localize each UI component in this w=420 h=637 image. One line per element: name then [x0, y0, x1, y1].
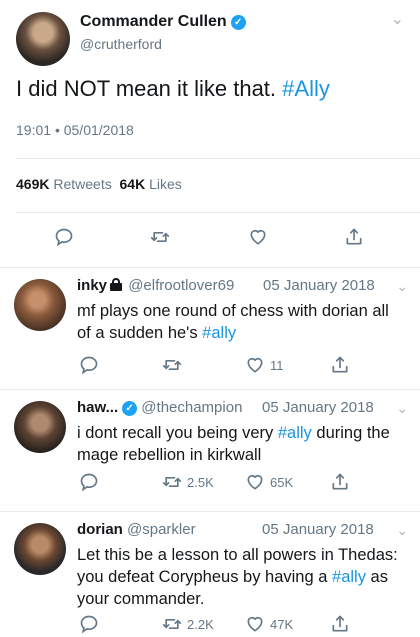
hashtag-link[interactable]: #ally	[202, 324, 236, 342]
tweet-text: I did NOT mean it like that. #Ally	[16, 76, 330, 102]
reply-icon	[80, 473, 98, 492]
avatar[interactable]	[14, 279, 66, 331]
likes-label[interactable]: Likes	[149, 176, 182, 192]
tweet-date: 05/01/2018	[63, 122, 134, 138]
retweets-label[interactable]: Retweets	[53, 176, 111, 192]
reply-button[interactable]	[79, 612, 99, 636]
reply-actions: 2.5K 65K	[77, 470, 420, 494]
share-icon	[332, 356, 348, 373]
share-button[interactable]	[330, 470, 350, 494]
reply-actions: 11	[77, 353, 420, 377]
retweet-button[interactable]	[150, 225, 170, 249]
reply-header: inky @elfrootlover69	[77, 277, 234, 294]
verified-badge-icon: ✓	[230, 15, 246, 30]
retweet-button[interactable]: 2.5K	[162, 470, 214, 494]
reply-actions: 2.2K 47K	[77, 612, 420, 636]
retweet-button[interactable]: 2.2K	[162, 612, 214, 636]
share-icon	[332, 473, 348, 490]
reply-button[interactable]	[79, 470, 99, 494]
author-name[interactable]: inky	[77, 277, 107, 294]
divider	[16, 212, 420, 213]
share-icon	[332, 615, 348, 632]
author-handle[interactable]: @crutherford	[80, 36, 162, 52]
lock-icon	[110, 278, 123, 291]
hashtag-link[interactable]: #ally	[278, 424, 312, 442]
reply-header: haw... ✓ @thechampion	[77, 399, 242, 416]
retweet-button[interactable]	[162, 353, 187, 377]
likes-count[interactable]: 64K	[120, 176, 146, 192]
reply-header: dorian @sparkler	[77, 521, 196, 538]
hashtag-link[interactable]: #ally	[332, 568, 366, 586]
author-handle[interactable]: @thechampion	[141, 399, 242, 416]
reply-text: i dont recall you being very #ally durin…	[77, 422, 407, 466]
like-button[interactable]	[248, 225, 268, 249]
tweet-stats: 469K Retweets 64K Likes	[16, 176, 182, 192]
tweet-time: 19:01	[16, 122, 52, 138]
retweet-icon	[162, 619, 182, 629]
reply-text: Let this be a lesson to all powers in Th…	[77, 544, 407, 610]
reply-date[interactable]: 05 January 2018	[263, 277, 375, 294]
share-button[interactable]	[344, 225, 364, 249]
author-name-text[interactable]: Commander Cullen	[80, 13, 227, 30]
reply-text: mf plays one round of chess with dorian …	[77, 300, 407, 344]
heart-icon	[247, 357, 263, 373]
tweet-actions	[16, 225, 420, 253]
reply-icon	[80, 615, 98, 634]
like-button[interactable]: 11	[245, 353, 284, 377]
verified-badge-icon: ✓	[122, 401, 138, 416]
reply-text-body: i dont recall you being very	[77, 424, 278, 442]
reply-icon	[80, 356, 98, 375]
reply-button[interactable]	[54, 225, 74, 249]
avatar[interactable]	[14, 401, 66, 453]
avatar[interactable]	[16, 12, 70, 66]
retweets-count[interactable]: 469K	[16, 176, 49, 192]
chevron-down-icon[interactable]: ⌄	[396, 400, 408, 417]
heart-icon	[247, 474, 263, 490]
reply-date[interactable]: 05 January 2018	[262, 521, 374, 538]
like-button[interactable]: 65K	[245, 470, 293, 494]
tweet-text-body: I did NOT mean it like that.	[16, 76, 283, 101]
like-count: 65K	[270, 474, 294, 490]
reply-button[interactable]	[79, 353, 99, 377]
chevron-down-icon[interactable]: ⌄	[396, 278, 408, 295]
retweet-icon	[162, 477, 182, 487]
reply-tweet[interactable]: dorian @sparkler 05 January 2018 ⌄ Let t…	[0, 511, 420, 637]
author-handle[interactable]: @elfrootlover69	[128, 277, 234, 294]
share-icon	[346, 228, 362, 245]
share-button[interactable]	[330, 353, 350, 377]
tweet-timestamp: 19:01 • 05/01/2018	[16, 122, 134, 138]
like-button[interactable]: 47K	[245, 612, 293, 636]
like-count: 47K	[270, 616, 294, 632]
meta-separator: •	[54, 122, 60, 138]
like-count: 11	[270, 357, 284, 373]
hashtag-link[interactable]: #Ally	[282, 76, 330, 101]
share-button[interactable]	[330, 612, 350, 636]
reply-icon	[55, 228, 73, 247]
chevron-down-icon[interactable]: ⌄	[396, 522, 408, 539]
divider	[16, 158, 420, 159]
author-handle[interactable]: @sparkler	[127, 521, 196, 538]
reply-tweet[interactable]: haw... ✓ @thechampion 05 January 2018 ⌄ i…	[0, 389, 420, 511]
retweet-icon	[162, 360, 182, 370]
chevron-down-icon[interactable]: ⌄	[391, 9, 404, 29]
retweet-icon	[150, 232, 170, 242]
main-tweet: Commander Cullen ✓ @crutherford ⌄ I did N…	[0, 0, 420, 267]
reply-tweet[interactable]: inky @elfrootlover69 05 January 2018 ⌄ m…	[0, 267, 420, 389]
heart-icon	[250, 229, 266, 245]
author-name[interactable]: Commander Cullen ✓	[80, 13, 246, 31]
author-name[interactable]: haw...	[77, 399, 118, 416]
retweet-count: 2.5K	[187, 474, 214, 490]
avatar[interactable]	[14, 523, 66, 575]
retweet-count: 2.2K	[187, 616, 214, 632]
reply-date[interactable]: 05 January 2018	[262, 399, 374, 416]
author-name[interactable]: dorian	[77, 521, 123, 538]
heart-icon	[247, 616, 263, 632]
